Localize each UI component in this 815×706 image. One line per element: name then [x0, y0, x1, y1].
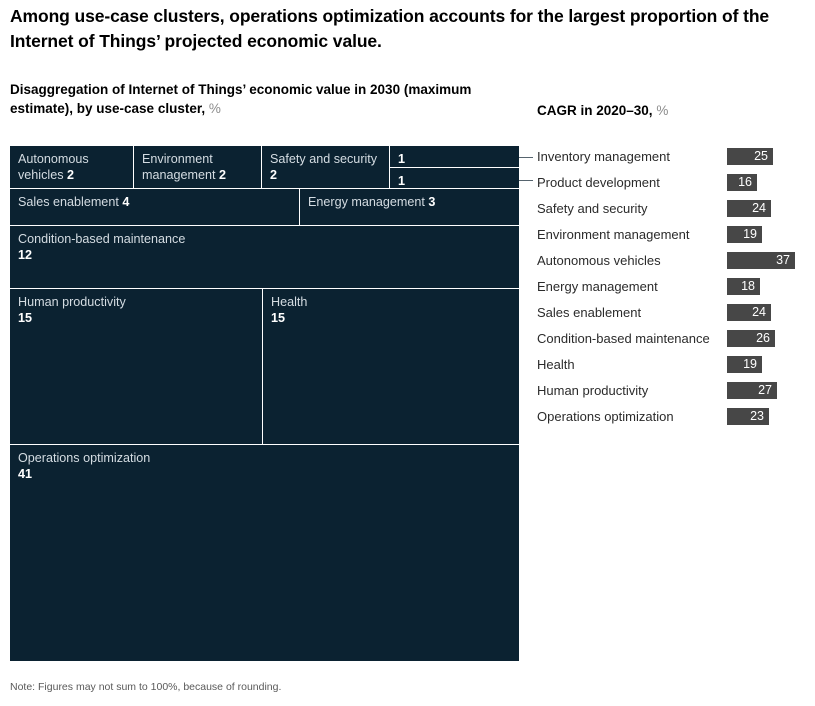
cagr-bar-value: 19: [743, 357, 757, 371]
cagr-bar: 19: [727, 226, 762, 243]
cagr-bar-value: 27: [758, 383, 772, 397]
footnote: Note: Figures may not sum to 100%, becau…: [10, 681, 282, 693]
page-title: Among use-case clusters, operations opti…: [10, 6, 770, 52]
cagr-row: Safety and security 24: [537, 198, 807, 224]
treemap-cell-label: Condition-based maintenance 12: [18, 231, 515, 263]
leader-line: [519, 157, 533, 158]
treemap-cell-label: Safety and security 2: [270, 151, 385, 183]
cagr-row: Human productivity 27: [537, 380, 807, 406]
treemap-cell-name: Health: [271, 295, 308, 309]
cagr-bar-value: 23: [750, 409, 764, 423]
treemap-cell: Human productivity 15: [10, 289, 263, 445]
cagr-row: Operations optimization 23: [537, 406, 807, 432]
cagr-bar-value: 25: [754, 149, 768, 163]
treemap-cell-name: Environment management: [142, 152, 216, 183]
cagr-row-label: Human productivity: [537, 383, 649, 398]
treemap-cell-value: 2: [67, 168, 75, 183]
cagr-row: Autonomous vehicles 37: [537, 250, 807, 276]
cagr-row-label: Energy management: [537, 279, 658, 294]
treemap-cell-value: 12: [18, 248, 33, 263]
cagr-bar: 16: [727, 174, 757, 191]
cagr-bar: 19: [727, 356, 762, 373]
cagr-bar-value: 37: [776, 253, 790, 267]
treemap-cell-value: 1: [398, 152, 406, 166]
treemap-cell-label: 1: [398, 173, 515, 188]
cagr-row-label: Condition-based maintenance: [537, 331, 710, 346]
treemap-cell: 1: [390, 168, 519, 189]
treemap-cell: Health 15: [263, 289, 519, 445]
treemap-cell: Safety and security 2: [262, 146, 390, 189]
treemap-cell-name: Human productivity: [18, 295, 126, 309]
treemap-cell-value: 15: [271, 311, 286, 326]
cagr-bar: 24: [727, 304, 771, 321]
treemap-cell-value: 2: [219, 168, 227, 183]
treemap-cell: Operations optimization 41: [10, 445, 519, 661]
cagr-row: Energy management 18: [537, 276, 807, 302]
cagr-row: Sales enablement 24: [537, 302, 807, 328]
cagr-row: Health 19: [537, 354, 807, 380]
cagr-row: Condition-based maintenance 26: [537, 328, 807, 354]
treemap-cell-label: Operations optimization 41: [18, 450, 515, 482]
treemap-cell-value: 41: [18, 467, 33, 482]
leader-line: [519, 180, 533, 181]
cagr-row-label: Product development: [537, 175, 660, 190]
cagr-bar-value: 24: [752, 305, 766, 319]
treemap-cell-label: Energy management 3: [308, 194, 515, 210]
treemap-cell-name: Autonomous vehicles: [18, 152, 89, 183]
cagr-bar-value: 24: [752, 201, 766, 215]
treemap-cell-name: Condition-based maintenance: [18, 232, 186, 246]
treemap-cell-label: Environment management 2: [142, 151, 257, 183]
treemap-cell-label: Autonomous vehicles 2: [18, 151, 129, 183]
cagr-bar: 18: [727, 278, 760, 295]
treemap-cell-value: 1: [398, 174, 406, 188]
cagr-bar-value: 18: [741, 279, 755, 293]
treemap-chart: Autonomous vehicles 2 Environment managem…: [10, 146, 519, 661]
treemap-cell: Energy management 3: [300, 189, 519, 226]
treemap-cell-name: Operations optimization: [18, 451, 151, 465]
treemap-cell-name: Sales enablement: [18, 195, 119, 209]
cagr-bar: 27: [727, 382, 777, 399]
treemap-subtitle-unit: %: [208, 100, 221, 116]
treemap-cell-label: Human productivity 15: [18, 294, 258, 326]
treemap-cell-value: 4: [122, 195, 130, 209]
cagr-row-label: Safety and security: [537, 201, 648, 216]
cagr-row-label: Health: [537, 357, 575, 372]
treemap-cell: 1: [390, 146, 519, 168]
treemap-subtitle: Disaggregation of Internet of Things’ ec…: [10, 81, 520, 119]
cagr-bar: 24: [727, 200, 771, 217]
treemap-cell-value: 15: [18, 311, 33, 326]
cagr-bar-chart: Inventory management 25 Product developmen…: [537, 146, 807, 432]
treemap-cell-name: Energy management: [308, 195, 425, 209]
cagr-bar-value: 26: [756, 331, 770, 345]
cagr-column-header-unit: %: [656, 103, 669, 118]
cagr-row-label: Environment management: [537, 227, 690, 242]
cagr-bar-value: 19: [743, 227, 757, 241]
treemap-cell: Environment management 2: [134, 146, 262, 189]
treemap-cell: Autonomous vehicles 2: [10, 146, 134, 189]
treemap-subtitle-text: Disaggregation of Internet of Things’ ec…: [10, 82, 472, 116]
cagr-row-label: Operations optimization: [537, 409, 674, 424]
cagr-bar: 26: [727, 330, 775, 347]
treemap-cell-label: 1: [398, 151, 515, 167]
cagr-row: Inventory management 25: [537, 146, 807, 172]
cagr-row: Product development 16: [537, 172, 807, 198]
cagr-bar: 23: [727, 408, 769, 425]
treemap-cell-value: 2: [270, 168, 278, 183]
cagr-bar-value: 16: [738, 175, 752, 189]
cagr-row-label: Sales enablement: [537, 305, 642, 320]
cagr-bar: 37: [727, 252, 795, 269]
treemap-cell-label: Sales enablement 4: [18, 194, 295, 210]
treemap-cell-value: 3: [428, 195, 436, 209]
cagr-column-header: CAGR in 2020–30, %: [537, 103, 668, 118]
treemap-cell: Sales enablement 4: [10, 189, 300, 226]
cagr-bar: 25: [727, 148, 773, 165]
treemap-cell-name: Safety and security: [270, 152, 378, 166]
cagr-column-header-text: CAGR in 2020–30,: [537, 103, 653, 118]
cagr-row: Environment management 19: [537, 224, 807, 250]
treemap-cell-label: Health 15: [271, 294, 515, 326]
treemap-cell: Condition-based maintenance 12: [10, 226, 519, 289]
cagr-row-label: Autonomous vehicles: [537, 253, 661, 268]
cagr-row-label: Inventory management: [537, 149, 670, 164]
